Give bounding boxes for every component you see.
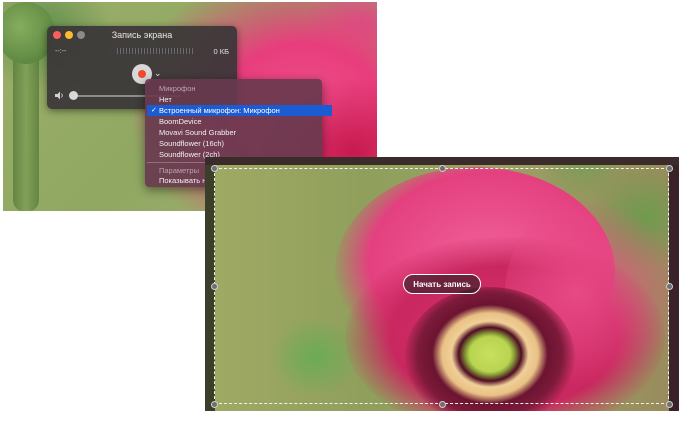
resize-handle-right[interactable] (666, 283, 673, 290)
dimmed-area (205, 157, 679, 165)
window-title: Запись экрана (111, 30, 173, 40)
audio-level-meter (117, 48, 193, 54)
menu-item-mic-builtin[interactable]: ✓ Встроенный микрофон: Микрофон (147, 105, 332, 116)
resize-handle-bottom-left[interactable] (211, 401, 218, 408)
resize-handle-top-right[interactable] (666, 165, 673, 172)
speaker-icon (55, 91, 63, 100)
menu-header-parameters: Параметры (159, 166, 199, 175)
menu-header-microphone: Микрофон (159, 84, 196, 93)
volume-slider-knob[interactable] (69, 91, 78, 100)
file-size: 0 КБ (213, 47, 229, 56)
menu-item-mic-boomdevice[interactable]: BoomDevice (159, 117, 202, 126)
resize-handle-bottom-right[interactable] (666, 401, 673, 408)
chevron-down-icon[interactable]: ⌄ (154, 68, 162, 79)
checkmark-icon: ✓ (151, 107, 157, 114)
menu-item-mic-movavi[interactable]: Movavi Sound Grabber (159, 128, 236, 137)
recording-time: --:-- (55, 48, 67, 55)
start-recording-button[interactable]: Начать запись (403, 274, 481, 294)
menu-item-mic-none[interactable]: Нет (159, 95, 172, 104)
menu-item-label: Встроенный микрофон: Микрофон (159, 106, 280, 115)
resize-handle-left[interactable] (211, 283, 218, 290)
menu-item-mic-soundflower-16ch[interactable]: Soundflower (16ch) (159, 139, 224, 148)
resize-handle-bottom[interactable] (439, 401, 446, 408)
resize-handle-top-left[interactable] (211, 165, 218, 172)
resize-handle-top[interactable] (439, 165, 446, 172)
